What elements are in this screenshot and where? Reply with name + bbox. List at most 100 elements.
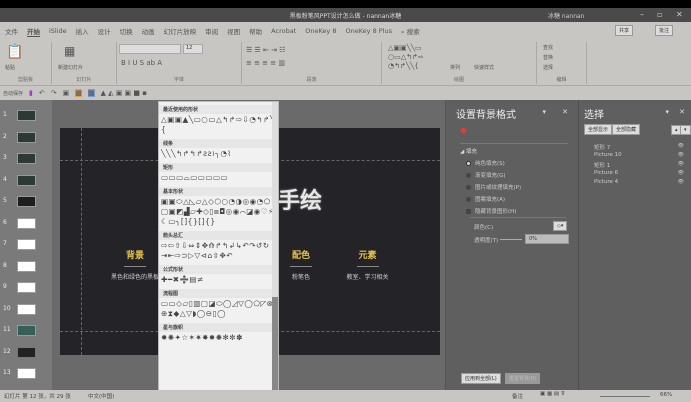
show-all-button[interactable]: 全部显示 xyxy=(584,124,613,135)
color-picker-button[interactable]: ◇▾ xyxy=(553,221,568,231)
font-name-field[interactable] xyxy=(119,44,181,54)
hide-all-button[interactable]: 全部隐藏 xyxy=(612,124,641,135)
tab-home[interactable]: 开始 xyxy=(27,26,40,37)
replace-button[interactable]: 替换 xyxy=(543,54,553,61)
slide-thumbnail[interactable] xyxy=(17,325,36,336)
redo-icon[interactable]: ↷ xyxy=(51,89,57,97)
visibility-eye-icon[interactable]: 👁 xyxy=(678,170,684,176)
tab-file[interactable]: 文件 xyxy=(5,26,18,36)
share-button[interactable]: 共享 xyxy=(615,25,634,36)
select-button[interactable]: 选择 xyxy=(543,64,553,71)
autosave-label[interactable]: 自动保存 xyxy=(3,90,23,97)
shape-icon[interactable]: ▩ xyxy=(75,89,82,97)
slide-thumbnail[interactable] xyxy=(17,368,36,379)
save-icon[interactable]: ▮ xyxy=(29,89,33,97)
pane-close-icon[interactable]: ✕ xyxy=(562,108,568,116)
arrange-button[interactable]: 排列 xyxy=(450,64,460,71)
undo-icon[interactable]: ↶ xyxy=(39,89,45,97)
new-slide-icon[interactable]: ▦ xyxy=(64,44,75,58)
radio-solid-fill[interactable]: 纯色填充(S) xyxy=(466,159,505,167)
shapes-gallery-dropdown[interactable]: 最近使用的形状 △▣▣▲╲▭○▭△↰↱⇨⇩◔↰↱╲{线条 ╲╲╲↰↱↰↱ꙅꙅ≀╮◔⌇… xyxy=(158,101,279,400)
radio-gradient-fill[interactable]: 渐变填充(G) xyxy=(466,171,506,179)
selection-item[interactable]: 矩形 1 👁 xyxy=(594,161,684,169)
shape-row[interactable]: ╲╲╲↰↱↰↱ꙅꙅ≀╮◔⌇ xyxy=(159,148,278,160)
notes-button[interactable]: 备注 xyxy=(512,392,523,400)
slide-thumbnail[interactable] xyxy=(17,217,36,229)
selection-item[interactable]: Picture 6 👁 xyxy=(594,170,684,176)
shape-row[interactable]: ▣▣⬭△◺▱△◇⬡○◔◑◎◉◔⬠▢▣◩▟▱✚◇▯⧈◘◎◉⌒◪◉♡⚡☾▭╮[]{}… xyxy=(159,196,278,228)
pane-options-icon[interactable]: ▾ xyxy=(542,108,546,116)
font-format-icons[interactable]: B I U S ab A xyxy=(121,59,162,67)
tab-transitions[interactable]: 切换 xyxy=(120,26,133,36)
slide-thumbnail[interactable] xyxy=(17,174,36,186)
slide-thumbnail[interactable] xyxy=(17,346,36,358)
list-icons[interactable]: ☰ ☰ ⇤ ⇥ ☷ xyxy=(246,46,285,54)
present-icon[interactable]: ▣ xyxy=(63,89,70,97)
new-slide-button[interactable]: 新建幻灯片 xyxy=(58,64,83,71)
shape-row[interactable]: △▣▣▲╲▭○▭△↰↱⇨⇩◔↰↱╲{ xyxy=(159,114,278,136)
paste-button[interactable]: 粘贴 xyxy=(5,64,15,71)
gallery-scrollbar[interactable] xyxy=(272,102,278,399)
scrollbar-thumb[interactable] xyxy=(272,297,278,392)
checkbox-hide-background[interactable]: 隐藏背景图形(H) xyxy=(466,207,516,215)
shape-row[interactable]: ⇨⇦⇧⇩⇔⇕✥⟰↱↰↲↳↶↷↺↻⇥⇤⇨⊃▷▽⊲⌂⇳✥↶ xyxy=(159,240,278,262)
fill-section-header[interactable]: ◢ 填充 xyxy=(460,147,477,155)
tab-design[interactable]: 设计 xyxy=(98,26,111,36)
tab-view[interactable]: 视图 xyxy=(227,26,240,36)
zoom-level[interactable]: 66% xyxy=(660,392,672,398)
transparency-input[interactable]: 0% xyxy=(525,234,569,244)
pane-options-icon[interactable]: ▾ xyxy=(665,108,669,116)
slide-thumbnail[interactable] xyxy=(17,282,36,293)
view-buttons[interactable]: ▣ ▦ ▤ ⊽ xyxy=(540,391,565,397)
pane-close-icon[interactable]: ✕ xyxy=(679,108,685,116)
shape-row[interactable]: ✹✺✦☆✶✷✸✹✺✻✼✽ xyxy=(159,332,278,344)
selection-item[interactable]: Picture 4 👁 xyxy=(594,179,684,185)
tab-slideshow[interactable]: 幻灯片放映 xyxy=(164,26,197,36)
tab-help[interactable]: 帮助 xyxy=(249,26,262,36)
font-size-field[interactable]: 12 xyxy=(183,44,203,54)
tab-review[interactable]: 审阅 xyxy=(205,26,218,36)
close-icon[interactable]: ✕ xyxy=(676,10,683,19)
section-elements[interactable]: 元素 教室、学习相关 xyxy=(335,248,400,281)
visibility-eye-icon[interactable]: 👁 xyxy=(678,161,684,167)
slide-thumbnail[interactable] xyxy=(17,239,36,250)
tab-onekey8[interactable]: OneKey 8 xyxy=(305,27,336,35)
apply-to-all-button[interactable]: 应用到全部(L) xyxy=(461,373,501,384)
fill-icon[interactable]: ◆ xyxy=(460,126,467,136)
selection-item[interactable]: Picture 10 👁 xyxy=(594,152,684,158)
minimize-icon[interactable]: – xyxy=(640,10,644,19)
tab-islide[interactable]: iSlide xyxy=(49,27,67,35)
insert-shape-icon[interactable]: ▩ xyxy=(87,89,95,97)
transparency-slider[interactable] xyxy=(500,239,522,240)
language-indicator[interactable]: 中文(中国) xyxy=(88,392,114,400)
slide-thumbnail[interactable] xyxy=(17,303,36,315)
tab-insert[interactable]: 插入 xyxy=(76,26,89,36)
find-button[interactable]: 查找 xyxy=(543,44,553,51)
slide-thumbnail[interactable] xyxy=(17,153,36,164)
slide-thumbnail[interactable] xyxy=(17,131,36,143)
tab-onekey8plus[interactable]: OneKey 8 Plus xyxy=(345,27,392,35)
visibility-eye-icon[interactable]: 👁 xyxy=(678,152,684,158)
user-name[interactable]: 冰糖 nannan xyxy=(548,11,584,20)
tab-animations[interactable]: 动画 xyxy=(142,26,155,36)
reset-background-button[interactable]: 重置背景(B) xyxy=(505,373,541,384)
maximize-icon[interactable]: ▫ xyxy=(657,10,662,19)
quick-styles-button[interactable]: 快速样式 xyxy=(474,64,494,71)
search-box[interactable]: ⌕ 搜索 xyxy=(401,26,420,37)
section-colors[interactable]: 配色 粉笔色 xyxy=(276,248,326,281)
comment-button[interactable]: 批注 xyxy=(655,25,674,36)
send-backward-button[interactable]: ▾ xyxy=(680,125,691,135)
selection-item[interactable]: 矩形 7 👁 xyxy=(594,143,684,151)
tab-acrobat[interactable]: Acrobat xyxy=(271,27,296,35)
shape-row[interactable]: ▭▭▭⌓▭▭▭▭▭ xyxy=(159,172,278,184)
slide-thumbnail[interactable] xyxy=(17,196,36,207)
slide-thumbnail[interactable] xyxy=(17,110,36,121)
shapes-gallery-mini[interactable]: △▣▣╲╲▭ ○▭△↰↱⇨ ◔↰↱╲╲{ xyxy=(388,44,424,71)
slide-title[interactable]: 手绘 xyxy=(278,183,322,215)
visibility-eye-icon[interactable]: 👁 xyxy=(678,143,684,149)
section-background[interactable]: 背景 黑色和绿色的黑板 xyxy=(110,248,160,281)
paste-icon[interactable]: 📋 xyxy=(6,44,23,60)
toolbar-icons[interactable]: ▲ ◭ ▣ ▣ ■ ▪ xyxy=(101,89,147,97)
visibility-eye-icon[interactable]: 👁 xyxy=(678,179,684,185)
zoom-slider[interactable] xyxy=(600,396,650,397)
